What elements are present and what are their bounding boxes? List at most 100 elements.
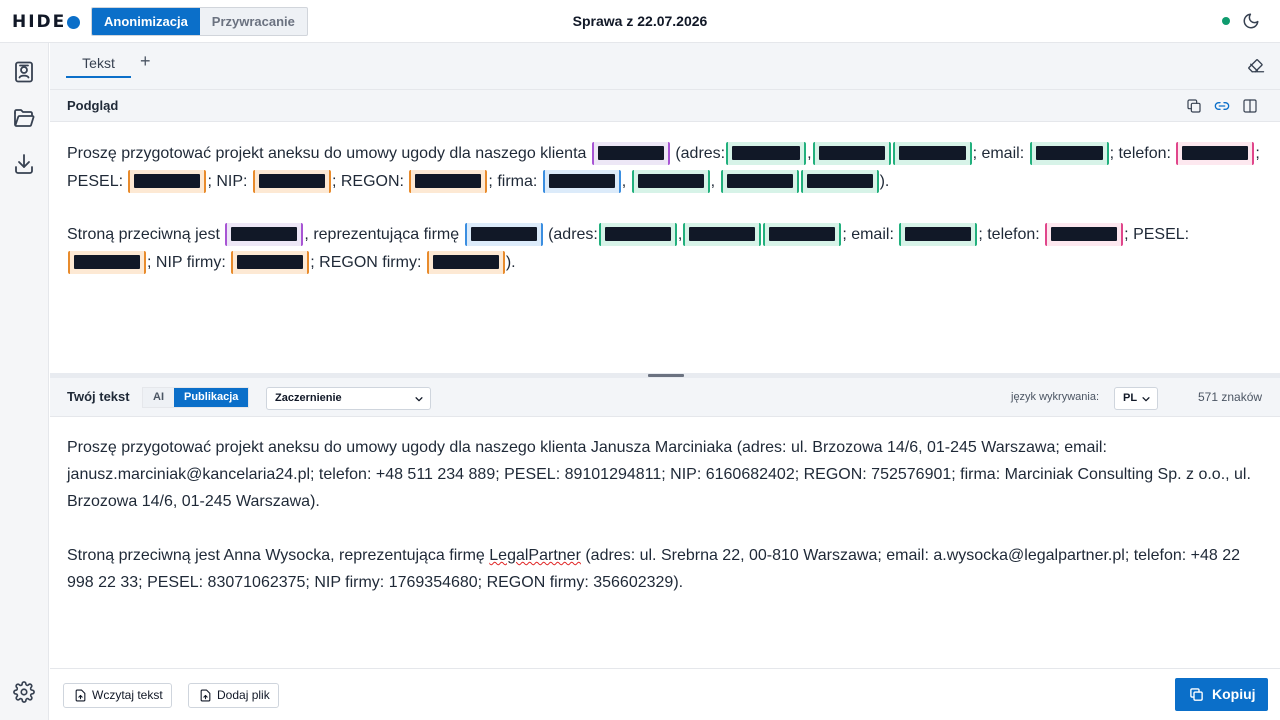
copy-icon <box>1190 688 1203 701</box>
top-bar: HIDE Anonimizacja Przywracanie Sprawa z … <box>0 0 1280 43</box>
preview-text: ; email: <box>842 226 894 243</box>
copy-button[interactable]: Kopiuj <box>1175 678 1268 711</box>
preview-text: ; firma: <box>488 173 538 190</box>
preview-text: , <box>677 226 683 243</box>
input-paragraph-2: Stroną przeciwną jest Anna Wysocka, repr… <box>67 542 1263 596</box>
redacted-pesel-token[interactable] <box>128 170 207 194</box>
logo-dot <box>67 15 81 29</box>
download-icon[interactable] <box>12 152 36 176</box>
resize-grip[interactable] <box>648 374 684 377</box>
app-logo: HIDE <box>12 12 81 32</box>
redaction-style-select[interactable]: Zaczernienie <box>266 387 431 410</box>
redacted-company-token[interactable] <box>542 170 621 194</box>
redacted-name-token[interactable] <box>591 142 670 166</box>
preview-text: ; REGON firmy: <box>310 254 422 271</box>
redacted-pesel-token[interactable] <box>68 251 146 275</box>
input-paragraph-1: Proszę przygotować projekt aneksu do umo… <box>67 439 1251 510</box>
redacted-address-token[interactable] <box>892 142 972 166</box>
preview-text: ; NIP: <box>207 173 248 190</box>
contacts-icon[interactable] <box>12 60 36 84</box>
preview-text: ; telefon: <box>978 226 1040 243</box>
mode-restore-button[interactable]: Przywracanie <box>200 8 307 35</box>
preview-text: (adres: <box>548 226 598 243</box>
input-text: Stroną przeciwną jest Anna Wysocka, repr… <box>67 547 490 564</box>
spellcheck-flagged-word: LegalPartner <box>489 547 581 564</box>
load-text-label: Wczytaj tekst <box>92 688 163 702</box>
sidebar <box>0 43 49 720</box>
chevron-down-icon <box>1142 397 1150 402</box>
redacted-address-token[interactable] <box>763 223 842 247</box>
preview-text: Stroną przeciwną jest <box>67 226 220 243</box>
add-tab-button[interactable]: + <box>140 51 151 72</box>
redaction-style-value: Zaczernienie <box>275 392 342 404</box>
redacted-address-token[interactable] <box>631 170 710 194</box>
preview-text: , <box>807 145 812 162</box>
preview-text: ). <box>879 173 890 190</box>
preview-text: (adres: <box>675 145 726 162</box>
add-file-button[interactable]: Dodaj plik <box>188 683 279 708</box>
language-value: PL <box>1123 392 1138 404</box>
redacted-address-token[interactable] <box>800 170 879 194</box>
copy-icon[interactable] <box>1186 98 1202 114</box>
tab-bar: Tekst + <box>50 43 1280 89</box>
preview-paragraph-2: Stroną przeciwną jest , reprezentująca f… <box>67 221 1263 277</box>
redacted-nip-token[interactable] <box>231 251 310 275</box>
language-label: język wykrywania: <box>1011 391 1100 403</box>
preview-header: Podgląd <box>50 89 1280 122</box>
redacted-address-token[interactable] <box>598 223 677 247</box>
redacted-phone-token[interactable] <box>1045 223 1124 247</box>
dark-mode-icon[interactable] <box>1242 12 1260 30</box>
folder-icon[interactable] <box>12 106 36 130</box>
redacted-email-token[interactable] <box>1029 142 1109 166</box>
logo-text: HIDE <box>12 12 67 32</box>
preview-text: , <box>710 173 716 190</box>
redacted-address-token[interactable] <box>720 170 799 194</box>
eraser-icon[interactable] <box>1247 56 1265 74</box>
preview-text: ; REGON: <box>331 173 404 190</box>
char-count: 571 znaków <box>1198 390 1263 404</box>
redacted-regon-token[interactable] <box>426 251 505 275</box>
split-view-icon[interactable] <box>1242 98 1258 114</box>
status-indicator <box>1222 17 1230 25</box>
redacted-address-token[interactable] <box>683 223 762 247</box>
preview-text: ; telefon: <box>1109 145 1171 162</box>
main-area: Tekst + Podgląd Proszę przygotować proje… <box>50 43 1280 720</box>
mode-switch: Anonimizacja Przywracanie <box>91 7 308 36</box>
file-upload-icon <box>75 689 86 702</box>
input-header: Twój tekst AI Publikacja Zaczernienie ję… <box>50 378 1280 417</box>
case-title: Sprawa z 22.07.2026 <box>572 13 708 29</box>
copy-label: Kopiuj <box>1212 686 1256 702</box>
language-select[interactable]: PL <box>1114 387 1158 410</box>
mode-publication-button[interactable]: Publikacja <box>174 388 249 407</box>
redacted-email-token[interactable] <box>899 223 978 247</box>
preview-title: Podgląd <box>67 98 119 113</box>
input-title: Twój tekst <box>67 389 130 404</box>
redacted-nip-token[interactable] <box>252 170 331 194</box>
tab-text[interactable]: Tekst <box>66 53 131 78</box>
redacted-name-token[interactable] <box>225 223 304 247</box>
preview-paragraph-1: Proszę przygotować projekt aneksu do umo… <box>67 140 1263 196</box>
preview-text: ; NIP firmy: <box>147 254 226 271</box>
preview-text: ; PESEL: <box>1124 226 1190 243</box>
preview-text: ; email: <box>972 145 1025 162</box>
preview-text: , <box>621 173 627 190</box>
chevron-down-icon <box>415 397 423 402</box>
redacted-address-token[interactable] <box>726 142 807 166</box>
mode-ai-button[interactable]: AI <box>143 388 174 407</box>
file-add-icon <box>200 689 211 702</box>
redacted-regon-token[interactable] <box>409 170 488 194</box>
redacted-phone-token[interactable] <box>1176 142 1255 166</box>
add-file-label: Dodaj plik <box>217 688 270 702</box>
settings-icon[interactable] <box>13 681 35 703</box>
preview-text: ). <box>505 254 516 271</box>
redacted-address-token[interactable] <box>812 142 891 166</box>
load-text-button[interactable]: Wczytaj tekst <box>63 683 172 708</box>
preview-text: Proszę przygotować projekt aneksu do umo… <box>67 145 587 162</box>
mode-anonymize-button[interactable]: Anonimizacja <box>92 8 200 35</box>
preview-text: , reprezentująca firmę <box>304 226 460 243</box>
link-icon[interactable] <box>1214 98 1230 114</box>
redacted-company-token[interactable] <box>464 223 543 247</box>
footer-bar: Wczytaj tekst Dodaj plik Kopiuj <box>50 668 1280 720</box>
preview-body: Proszę przygotować projekt aneksu do umo… <box>50 123 1280 373</box>
text-input-area[interactable]: Proszę przygotować projekt aneksu do umo… <box>50 417 1280 668</box>
